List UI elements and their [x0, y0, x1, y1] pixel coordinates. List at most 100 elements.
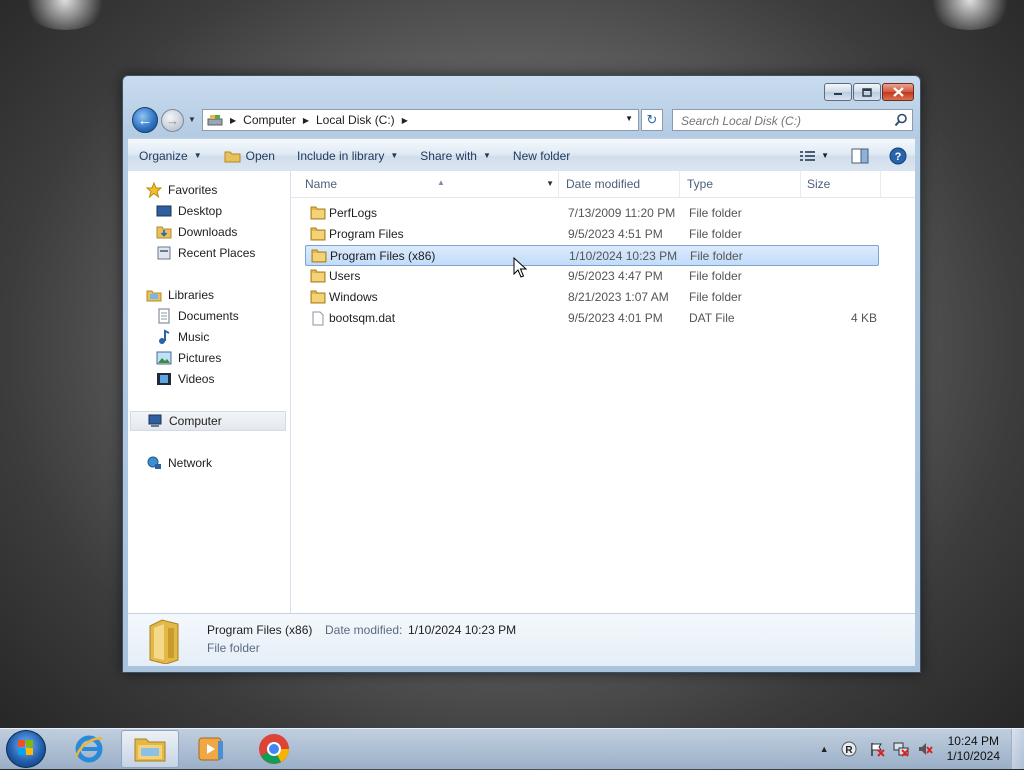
show-hidden-icons-icon[interactable]: ▲ — [820, 744, 829, 754]
column-size[interactable]: Size — [801, 171, 881, 197]
recent-pages-dropdown-icon[interactable]: ▼ — [188, 115, 196, 124]
large-folder-icon — [149, 619, 179, 664]
nav-desktop[interactable]: Desktop — [156, 201, 222, 221]
preview-pane-icon[interactable] — [851, 148, 869, 164]
taskbar-chrome[interactable] — [245, 730, 303, 768]
column-name-label: Name — [305, 177, 338, 191]
column-type[interactable]: Type — [681, 171, 801, 197]
volume-muted-icon[interactable] — [917, 741, 933, 757]
maximize-button[interactable] — [853, 83, 881, 101]
file-icon — [312, 311, 324, 326]
toolbar-right: ▼ ? — [799, 147, 915, 165]
start-button[interactable] — [6, 730, 46, 768]
taskbar-internet-explorer[interactable] — [60, 730, 118, 768]
nav-libraries[interactable]: Libraries — [146, 285, 214, 305]
change-view-icon[interactable] — [799, 149, 817, 163]
show-desktop-button[interactable] — [1011, 729, 1024, 769]
mouse-cursor-icon — [513, 257, 527, 278]
file-name: Users — [329, 269, 361, 283]
folder-icon — [310, 269, 326, 283]
file-date: 7/13/2009 11:20 PM — [568, 206, 676, 220]
nav-music[interactable]: Music — [156, 327, 209, 347]
nav-pictures[interactable]: Pictures — [156, 348, 221, 368]
system-tray: ▲ R 10:24 PM 1/10/2024 — [820, 729, 1024, 769]
nav-computer[interactable]: Computer — [130, 411, 286, 431]
close-icon — [892, 87, 904, 97]
nav-network[interactable]: Network — [146, 453, 212, 473]
breadcrumb-computer[interactable]: Computer — [243, 113, 296, 127]
taskbar-windows-explorer[interactable] — [121, 730, 179, 768]
minimize-icon — [834, 93, 842, 95]
taskbar-media-player[interactable] — [182, 730, 240, 768]
minimize-button[interactable] — [824, 83, 852, 101]
help-icon[interactable]: ? — [889, 147, 907, 165]
table-row-selected[interactable]: Program Files (x86) 1/10/2024 10:23 PM F… — [305, 245, 879, 266]
open-button[interactable]: Open — [213, 143, 286, 169]
details-pane: Program Files (x86) Date modified: 1/10/… — [128, 613, 915, 666]
forward-button[interactable]: → — [161, 109, 184, 132]
new-folder-button[interactable]: New folder — [502, 143, 581, 169]
nav-recent-places[interactable]: Recent Places — [156, 243, 255, 263]
address-dropdown-icon[interactable]: ▼ — [625, 114, 633, 123]
details-date-label: Date modified: — [325, 623, 403, 637]
clock-date: 1/10/2024 — [946, 749, 1000, 763]
column-filter-dropdown-icon[interactable]: ▼ — [546, 171, 554, 197]
nav-favorites-label: Favorites — [168, 183, 218, 197]
address-bar[interactable]: ▶ Computer ▶ Local Disk (C:) ▶ ▼ — [202, 109, 639, 131]
nav-videos[interactable]: Videos — [156, 369, 214, 389]
file-date: 9/5/2023 4:51 PM — [568, 227, 663, 241]
r-app-tray-icon[interactable]: R — [841, 741, 857, 757]
nav-videos-label: Videos — [178, 372, 215, 386]
table-row[interactable]: Windows 8/21/2023 1:07 AM File folder — [305, 287, 879, 308]
file-type: File folder — [690, 249, 743, 263]
nav-pictures-label: Pictures — [178, 351, 222, 365]
nav-favorites[interactable]: Favorites — [146, 180, 217, 200]
breadcrumb-arrow-icon[interactable]: ▶ — [230, 116, 236, 125]
column-date-modified[interactable]: Date modified — [560, 171, 680, 197]
include-in-library-button[interactable]: Include in library ▼ — [286, 143, 409, 169]
close-button[interactable] — [882, 83, 914, 101]
view-options-dropdown-icon[interactable]: ▼ — [821, 151, 829, 160]
nav-recent-places-label: Recent Places — [178, 246, 256, 260]
desktop-icon — [156, 205, 172, 217]
open-folder-icon — [224, 151, 241, 162]
table-row[interactable]: bootsqm.dat 9/5/2023 4:01 PM DAT File 4 … — [305, 308, 879, 329]
nav-libraries-label: Libraries — [168, 288, 215, 302]
table-row[interactable]: Users 9/5/2023 4:47 PM File folder — [305, 266, 879, 287]
file-type: File folder — [689, 269, 742, 283]
caption-buttons — [824, 83, 914, 101]
breadcrumb-arrow-icon[interactable]: ▶ — [402, 116, 408, 125]
column-name[interactable]: Name ▲ ▼ — [299, 171, 559, 197]
table-row[interactable]: Program Files 9/5/2023 4:51 PM File fold… — [305, 224, 879, 245]
recent-places-icon — [157, 246, 171, 260]
share-with-button[interactable]: Share with ▼ — [409, 143, 502, 169]
organize-button[interactable]: Organize ▼ — [128, 143, 213, 169]
clock[interactable]: 10:24 PM 1/10/2024 — [947, 734, 1000, 764]
refresh-button[interactable]: ↻ — [641, 109, 663, 131]
nav-desktop-label: Desktop — [178, 204, 223, 218]
search-icon[interactable] — [894, 113, 908, 127]
taskbar: ▲ R 10:24 PM 1/10/2024 — [0, 728, 1024, 769]
network-status-icon[interactable] — [893, 741, 909, 757]
nav-downloads[interactable]: Downloads — [156, 222, 237, 242]
breadcrumb-local-disk[interactable]: Local Disk (C:) — [316, 113, 395, 127]
wallpaper-light-left — [20, 0, 110, 30]
chevron-down-icon: ▼ — [193, 151, 202, 160]
action-center-flag-icon[interactable] — [869, 741, 885, 757]
column-date-label: Date modified — [566, 177, 641, 191]
libraries-icon — [146, 290, 162, 302]
folder-icon — [310, 206, 326, 220]
back-button[interactable]: ← — [132, 107, 158, 133]
search-input[interactable] — [679, 111, 893, 131]
media-player-icon — [198, 737, 223, 761]
maximize-icon — [862, 87, 872, 97]
column-header: Name ▲ ▼ Date modified Type Size — [291, 171, 915, 198]
details-type: File folder — [207, 641, 260, 655]
nav-documents[interactable]: Documents — [156, 306, 239, 326]
file-date: 9/5/2023 4:01 PM — [568, 311, 663, 325]
table-row[interactable]: PerfLogs 7/13/2009 11:20 PM File folder — [305, 203, 879, 224]
file-type: DAT File — [689, 311, 735, 325]
forward-arrow-icon: → — [166, 113, 179, 128]
breadcrumb-arrow-icon[interactable]: ▶ — [303, 116, 309, 125]
explorer-window: ← → ▼ ▶ Computer ▶ Local Disk (C:) ▶ ▼ ↻… — [122, 75, 921, 673]
